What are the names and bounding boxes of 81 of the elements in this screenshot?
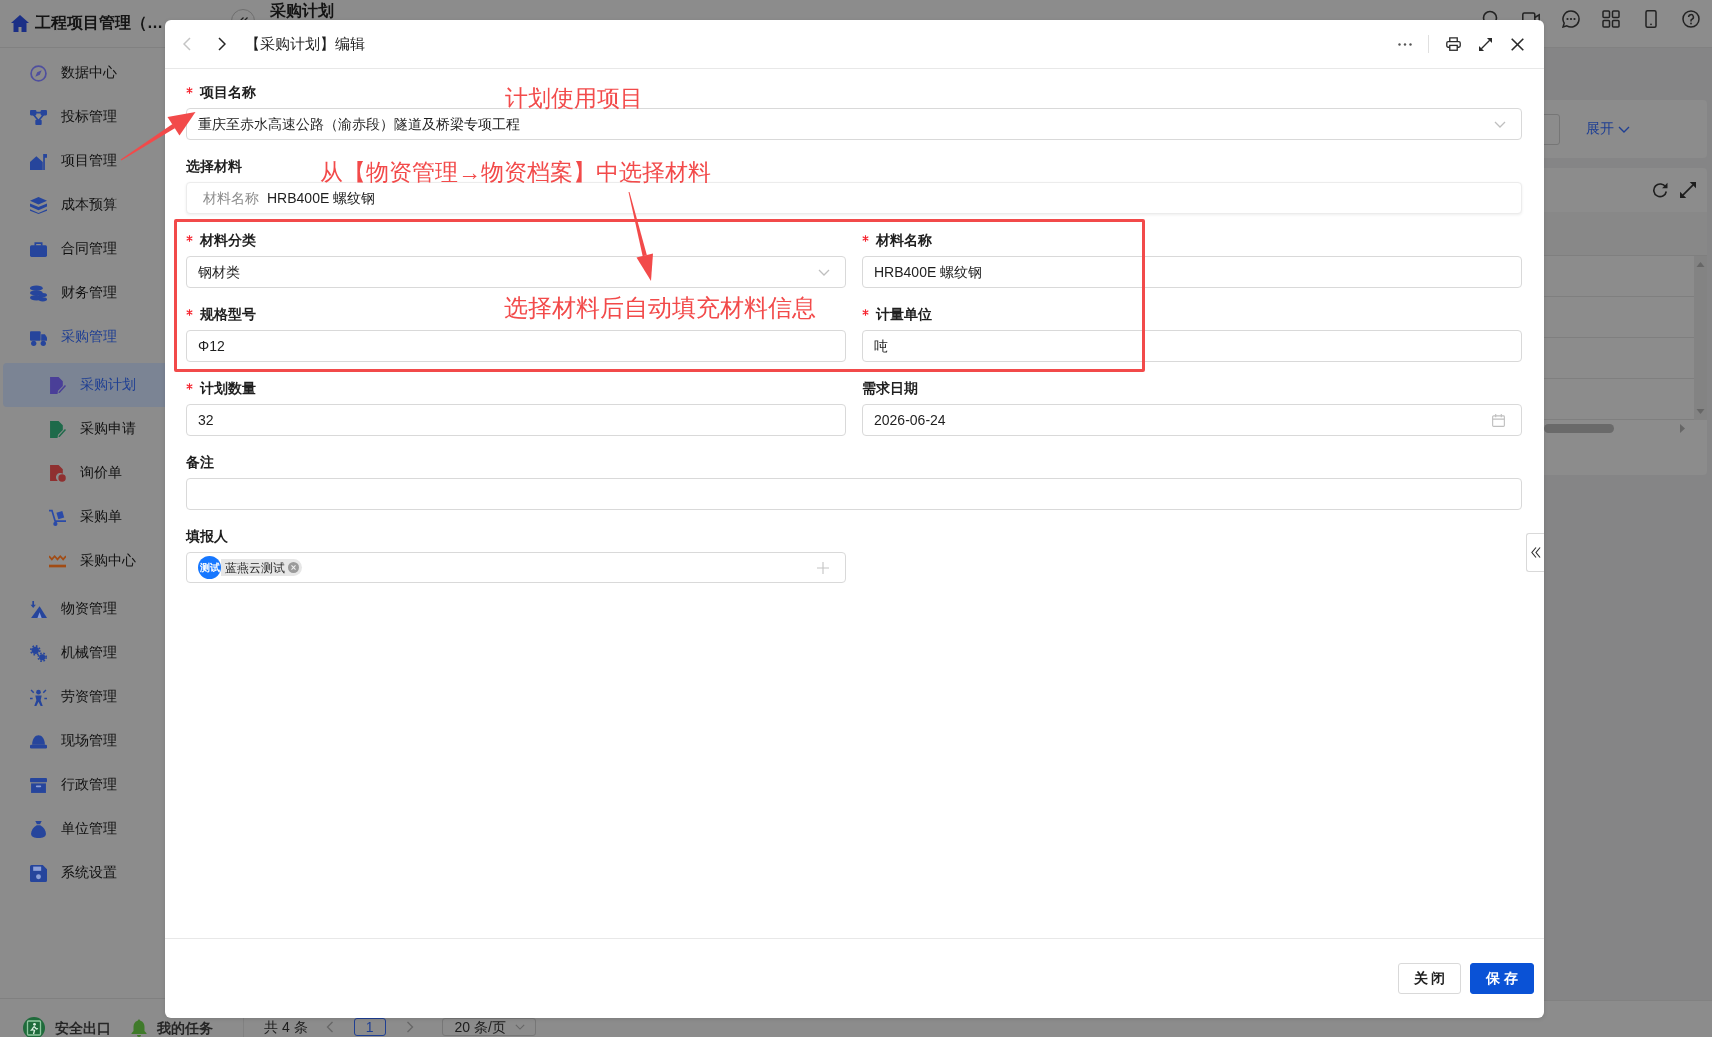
more-icon xyxy=(1398,42,1412,46)
close-icon xyxy=(1510,37,1524,51)
page-button[interactable]: 1 xyxy=(353,1018,386,1036)
help-icon[interactable] xyxy=(1682,10,1700,28)
member-field[interactable]: 测试 蓝燕云测试 xyxy=(186,552,846,583)
annotation-note: 计划使用项目 xyxy=(505,86,643,111)
chevron-right-icon xyxy=(218,37,226,51)
chevron-left-icon xyxy=(183,37,191,51)
briefcase-icon xyxy=(30,240,47,258)
grid-icon[interactable] xyxy=(1602,10,1620,28)
money-bag-icon xyxy=(30,820,47,838)
member-tag[interactable]: 蓝燕云测试 xyxy=(221,559,302,576)
caret-down-icon xyxy=(1494,120,1506,128)
avatar: 测试 xyxy=(198,556,221,579)
input-field[interactable] xyxy=(186,478,1522,510)
app-title: 工程项目管理（… xyxy=(35,13,163,33)
caret-down-icon xyxy=(818,268,830,276)
document-pen-icon xyxy=(49,420,66,438)
fullscreen-icon[interactable] xyxy=(1680,182,1696,198)
home-icon xyxy=(11,15,29,32)
hand-truck-icon xyxy=(49,508,66,526)
layers-icon xyxy=(30,196,47,214)
refresh-icon[interactable] xyxy=(1652,182,1668,198)
input-field[interactable]: Φ12 xyxy=(186,330,846,362)
calendar-icon xyxy=(1492,413,1505,427)
coins-icon xyxy=(30,284,47,302)
sidebar-item[interactable]: 机械管理 xyxy=(3,631,239,675)
date-field[interactable]: 2026-06-24 xyxy=(862,404,1522,436)
annotation-note: 从【物资管理→物资档案】中选择材料 xyxy=(320,160,711,185)
zigzag-icon xyxy=(49,552,66,570)
sidebar-item[interactable]: 单位管理 xyxy=(3,807,239,851)
input-field[interactable]: HRB400E 螺纹钢 xyxy=(862,256,1522,288)
input-field[interactable]: 32 xyxy=(186,404,846,436)
field-label: 选择材料 xyxy=(186,157,242,176)
house-flag-icon xyxy=(30,152,47,170)
sidebar-item[interactable]: 现场管理 xyxy=(3,719,239,763)
footer-link[interactable]: 安全出口 xyxy=(23,1016,111,1037)
chat-bubble-icon[interactable] xyxy=(1562,10,1580,28)
field-label: 材料名称 xyxy=(876,231,932,250)
double-chevron-left-icon xyxy=(1530,547,1541,558)
sidebar-item[interactable]: 行政管理 xyxy=(3,763,239,807)
expand-link[interactable]: 展开 xyxy=(1586,120,1630,138)
field-label: 规格型号 xyxy=(200,305,256,324)
person-icon xyxy=(30,688,47,706)
page-size-select[interactable]: 20 条/页 xyxy=(441,1018,536,1036)
field-label: 项目名称 xyxy=(200,83,256,102)
field-label: 填报人 xyxy=(186,527,228,546)
mobile-phone-icon[interactable] xyxy=(1642,10,1660,28)
annotation-note: 选择材料后自动填充材料信息 xyxy=(504,295,816,320)
network-icon xyxy=(30,108,47,126)
bell-icon xyxy=(131,1018,147,1037)
collapse-tab[interactable] xyxy=(1526,533,1544,572)
helmet-icon xyxy=(30,732,47,750)
default-button[interactable]: 关 闭 xyxy=(1398,963,1461,994)
exit-sign-icon xyxy=(23,1016,45,1037)
compass-icon xyxy=(30,64,47,82)
field-label: 计量单位 xyxy=(876,305,932,324)
tent-icon xyxy=(30,600,47,618)
input-field[interactable]: 吨 xyxy=(862,330,1522,362)
gears-icon xyxy=(30,644,47,662)
field-label: 材料分类 xyxy=(200,231,256,250)
sidebar-item[interactable]: 物资管理 xyxy=(3,587,239,631)
total-count: 共 4 条 xyxy=(264,1019,308,1035)
sidebar-item[interactable]: 系统设置 xyxy=(3,851,239,895)
primary-button[interactable]: 保 存 xyxy=(1470,963,1534,994)
document-pen-icon xyxy=(49,376,66,394)
fullscreen-icon xyxy=(1478,37,1492,51)
member-name: 蓝燕云测试 xyxy=(225,559,285,576)
sidebar-item[interactable]: 劳资管理 xyxy=(3,675,239,719)
caret-down-icon xyxy=(1618,125,1630,133)
print-icon xyxy=(1445,37,1461,51)
select-field[interactable]: 钢材类 xyxy=(186,256,846,288)
footer-link[interactable]: 我的任务 xyxy=(131,1018,213,1037)
archive-box-icon xyxy=(30,776,47,794)
picker-field[interactable]: 材料名称 HRB400E 螺纹钢 xyxy=(186,182,1522,214)
caret-down-icon xyxy=(514,1024,525,1030)
field-label: 需求日期 xyxy=(862,379,918,398)
dialog-title: 【采购计划】编辑 xyxy=(245,34,365,54)
page-title: 采购计划 xyxy=(270,2,334,19)
field-label: 备注 xyxy=(186,453,214,472)
truck-icon xyxy=(30,328,47,346)
